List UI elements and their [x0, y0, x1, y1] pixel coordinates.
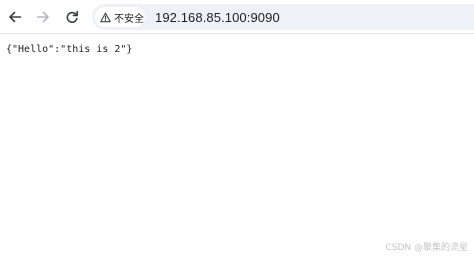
page-content: {"Hello":"this is 2"}: [0, 35, 474, 258]
url-text[interactable]: 192.168.85.100:9090: [155, 10, 280, 25]
watermark: CSDN @聚集的流星: [385, 243, 468, 253]
security-indicator-chip[interactable]: 不安全: [95, 7, 145, 27]
forward-button[interactable]: [32, 6, 54, 28]
reload-icon: [66, 10, 78, 23]
arrow-right-icon: [36, 11, 49, 23]
json-response-text: {"Hello":"this is 2"}: [6, 44, 133, 55]
address-bar[interactable]: 不安全 192.168.85.100:9090: [92, 4, 474, 30]
reload-button[interactable]: [61, 6, 83, 28]
arrow-left-icon: [9, 11, 22, 23]
warning-triangle-icon: [100, 12, 111, 22]
security-label: 不安全: [114, 13, 144, 25]
browser-toolbar: 不安全 192.168.85.100:9090: [0, 0, 474, 34]
back-button[interactable]: [4, 6, 26, 28]
